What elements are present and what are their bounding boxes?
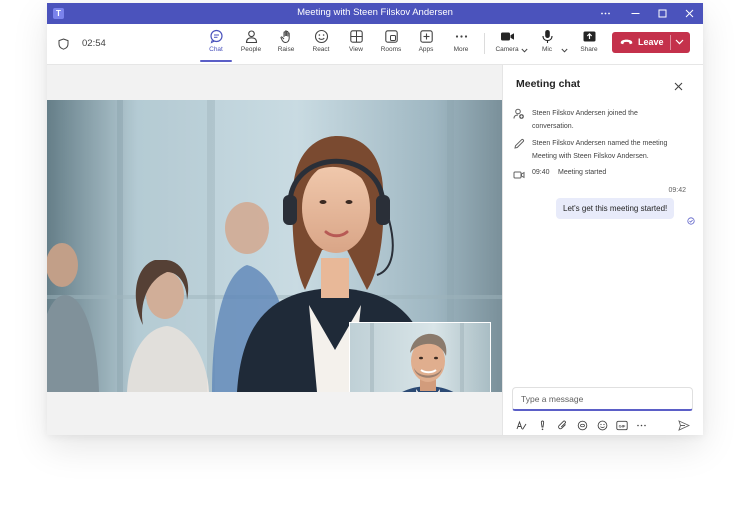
gif-icon[interactable]: GIF (616, 418, 628, 435)
event-line: conversation. (532, 122, 574, 130)
hang-up-phone-icon (620, 39, 633, 45)
chat-event-text: Steen Filskov Andersen named the meeting… (532, 138, 667, 163)
meeting-timer: 02:54 (82, 38, 106, 49)
camera-options-chevron-icon[interactable] (521, 40, 528, 58)
more-options-icon[interactable] (593, 3, 617, 24)
mic-icon (541, 30, 553, 43)
video-icon (513, 171, 525, 179)
video-stage (47, 65, 502, 435)
camera-label: Camera (495, 46, 519, 53)
chat-event-renamed: Steen Filskov Andersen named the meeting… (513, 138, 701, 164)
event-line: Meeting with Steen Filskov Andersen. (532, 152, 649, 160)
toolbar-divider (484, 33, 485, 54)
share-label: Share (580, 46, 598, 53)
self-view-picture (350, 323, 490, 392)
people-icon (245, 30, 257, 44)
important-icon[interactable] (537, 418, 548, 435)
leave-options-chevron-icon[interactable] (675, 39, 684, 45)
more-label: More (453, 46, 469, 53)
self-view-video[interactable] (349, 322, 491, 392)
message-timestamp: 09:42 (668, 187, 686, 194)
send-icon[interactable] (678, 418, 691, 435)
close-chat-icon[interactable] (674, 78, 683, 96)
chat-button[interactable]: Chat (200, 29, 232, 62)
message-sent-icon (687, 212, 695, 230)
shield-icon (58, 37, 69, 55)
raise-hand-button[interactable]: Raise (271, 29, 301, 53)
leave-button[interactable]: Leave (612, 32, 690, 53)
apps-button[interactable]: Apps (411, 29, 441, 53)
meeting-chat-panel: Meeting chat Steen Filskov Andersen join… (502, 65, 703, 435)
message-input[interactable] (519, 388, 693, 410)
hand-icon (279, 30, 290, 44)
rooms-button[interactable]: Rooms (376, 29, 406, 53)
mic-options-chevron-icon[interactable] (561, 40, 568, 58)
chat-event-text: Meeting started (558, 169, 607, 176)
mic-button[interactable]: Mic (532, 29, 562, 53)
maximize-button[interactable] (650, 3, 674, 24)
view-label: View (349, 46, 363, 53)
close-window-button[interactable] (677, 3, 701, 24)
chat-event-text: Steen Filskov Andersen joined the conver… (532, 108, 638, 133)
camera-icon (500, 32, 514, 41)
chat-message-bubble[interactable]: Let's get this meeting started! (556, 198, 675, 219)
people-label: People (240, 46, 262, 53)
person-join-icon (513, 108, 524, 119)
attach-icon[interactable] (557, 418, 568, 435)
teams-meeting-window: T Meeting with Steen Filskov Andersen 02… (47, 3, 703, 435)
react-label: React (312, 46, 330, 53)
share-icon (583, 31, 595, 42)
apps-icon (419, 30, 433, 43)
smiley-icon (314, 29, 328, 44)
view-button[interactable]: View (341, 29, 371, 53)
leave-label: Leave (638, 37, 664, 47)
chat-event-time: 09:40 (532, 169, 550, 176)
more-button[interactable]: More (446, 29, 476, 53)
mic-label: Mic (541, 46, 553, 53)
more-icon (455, 35, 467, 38)
emoji-icon[interactable] (597, 418, 608, 435)
title-bar: T Meeting with Steen Filskov Andersen (47, 3, 703, 24)
minimize-button[interactable] (623, 3, 647, 24)
share-button[interactable]: Share (574, 29, 604, 53)
chat-label: Chat (209, 46, 223, 53)
format-icon[interactable] (516, 418, 527, 435)
chat-event-started: 09:40 Meeting started (513, 169, 701, 181)
main-video-feed[interactable] (47, 100, 502, 392)
chat-event-joined: Steen Filskov Andersen joined the conver… (513, 108, 701, 134)
camera-button[interactable]: Camera (492, 29, 522, 53)
raise-label: Raise (277, 46, 295, 53)
event-line: Steen Filskov Andersen joined the (532, 110, 638, 117)
svg-text:GIF: GIF (619, 423, 626, 428)
loop-icon[interactable] (577, 418, 588, 435)
meeting-toolbar: 02:54 Chat People Raise React View Rooms… (47, 24, 703, 65)
react-button[interactable]: React (306, 29, 336, 53)
pencil-icon (514, 138, 525, 149)
rooms-icon (384, 30, 398, 43)
chat-icon (209, 29, 223, 44)
rooms-label: Rooms (380, 46, 402, 53)
event-line: Steen Filskov Andersen named the meeting (532, 140, 668, 147)
message-compose-box[interactable] (512, 387, 693, 411)
apps-label: Apps (418, 46, 434, 53)
leave-split-divider (670, 35, 671, 50)
chat-panel-title: Meeting chat (516, 78, 581, 90)
view-grid-icon (349, 30, 363, 43)
more-tools-icon[interactable] (636, 418, 647, 435)
people-button[interactable]: People (236, 29, 266, 53)
